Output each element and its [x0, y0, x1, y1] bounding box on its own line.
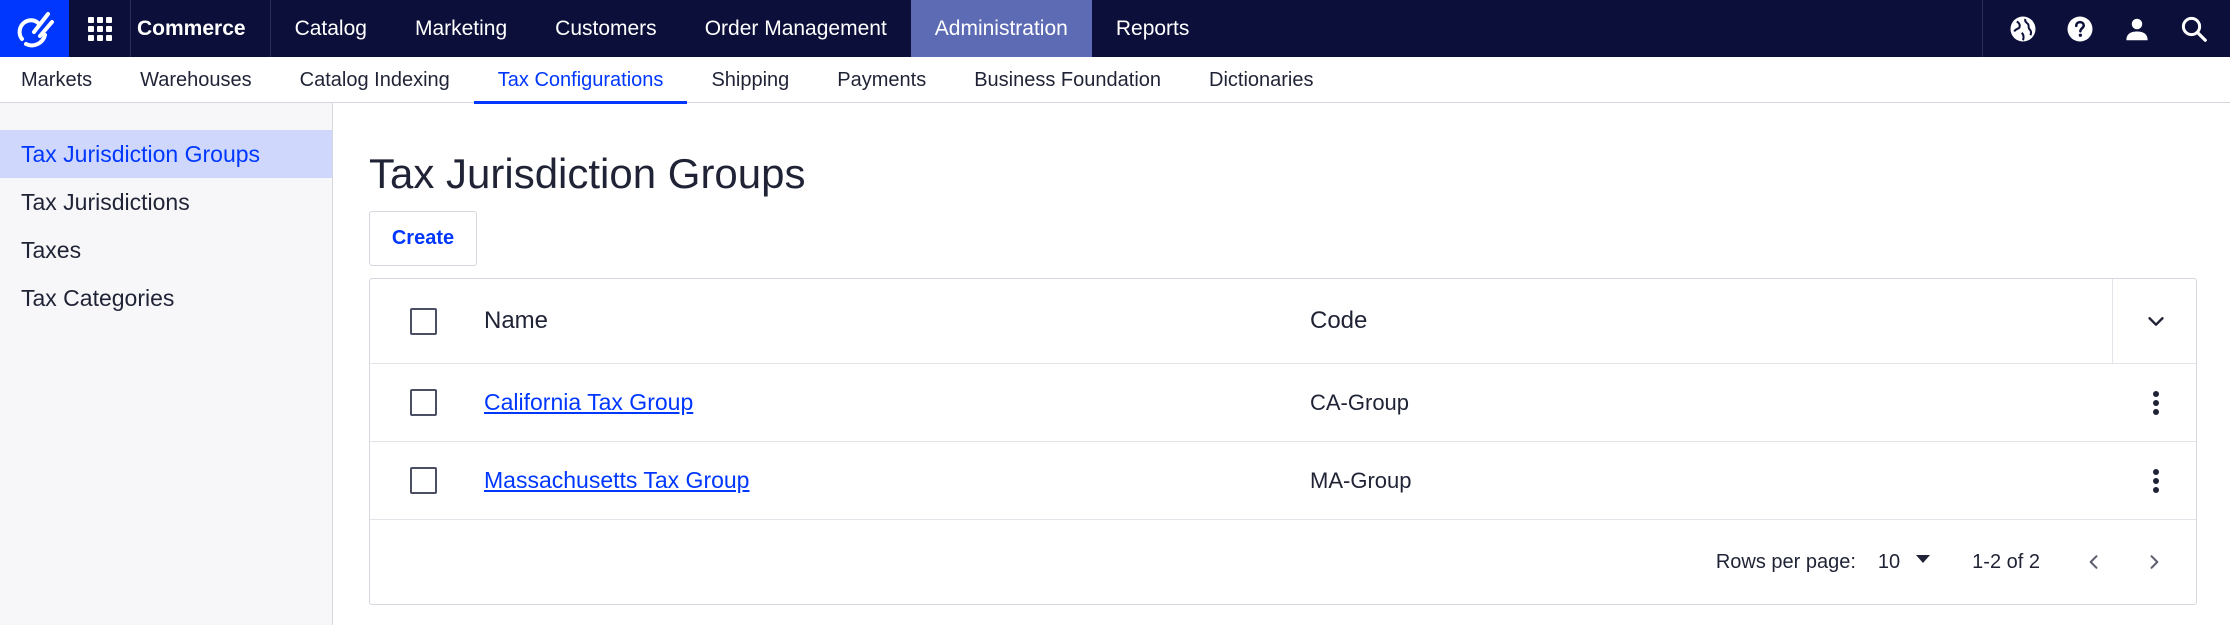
tab-shipping[interactable]: Shipping [687, 57, 813, 103]
column-chooser-button[interactable] [2140, 305, 2172, 337]
tab-dictionaries[interactable]: Dictionaries [1185, 57, 1337, 103]
tab-tax-configurations[interactable]: Tax Configurations [473, 57, 688, 104]
chevron-down-icon [2148, 317, 2164, 326]
create-button[interactable]: Create [369, 211, 477, 266]
row-checkbox[interactable] [410, 467, 437, 494]
row-name-link[interactable]: Massachusetts Tax Group [484, 467, 749, 494]
data-table: Name Code California Tax Group CA-Group … [369, 278, 2197, 605]
help-icon[interactable] [2064, 13, 2096, 45]
table-row: Massachusetts Tax Group MA-Group [370, 442, 2196, 520]
user-icon[interactable] [2121, 13, 2153, 45]
nav-administration[interactable]: Administration [910, 0, 1092, 57]
next-page-button[interactable] [2138, 546, 2170, 578]
column-header-name[interactable]: Name [484, 307, 548, 335]
dropdown-caret-icon [1916, 555, 1931, 563]
sub-navigation-tabs: Markets Warehouses Catalog Indexing Tax … [0, 57, 2230, 104]
tab-catalog-indexing[interactable]: Catalog Indexing [276, 57, 474, 103]
tab-payments[interactable]: Payments [813, 57, 950, 103]
row-actions-button[interactable] [2140, 387, 2172, 419]
select-all-checkbox[interactable] [410, 307, 437, 335]
column-header-code[interactable]: Code [1310, 307, 1367, 335]
previous-page-button[interactable] [2078, 546, 2110, 578]
tab-business-foundation[interactable]: Business Foundation [950, 57, 1185, 103]
logo-mark-icon [17, 11, 54, 47]
sidebar-item-tax-jurisdiction-groups[interactable]: Tax Jurisdiction Groups [0, 130, 332, 178]
tab-warehouses[interactable]: Warehouses [116, 57, 276, 103]
nav-reports[interactable]: Reports [1092, 0, 1214, 57]
row-checkbox[interactable] [410, 389, 437, 416]
tab-markets[interactable]: Markets [0, 57, 116, 103]
left-sidebar: Tax Jurisdiction Groups Tax Jurisdiction… [0, 103, 333, 625]
product-name[interactable]: Commerce [131, 0, 271, 57]
pagination: Rows per page: 10 1-2 of 2 [370, 520, 2196, 604]
row-code: MA-Group [1310, 467, 1412, 493]
nav-customers[interactable]: Customers [531, 0, 681, 57]
optimizely-logo[interactable] [0, 0, 69, 57]
column-divider [2112, 279, 2113, 364]
page-range: 1-2 of 2 [1972, 550, 2040, 573]
row-name-link[interactable]: California Tax Group [484, 389, 693, 416]
table-row: California Tax Group CA-Group [370, 364, 2196, 442]
main-nav: Catalog Marketing Customers Order Manage… [271, 0, 1214, 57]
page-title: Tax Jurisdiction Groups [369, 150, 806, 197]
nav-order-management[interactable]: Order Management [681, 0, 911, 57]
nav-catalog[interactable]: Catalog [271, 0, 391, 57]
sidebar-item-tax-categories[interactable]: Tax Categories [0, 274, 332, 322]
rows-per-page-label: Rows per page: [1715, 550, 1856, 573]
search-icon[interactable] [2178, 13, 2210, 45]
rows-per-page-value: 10 [1877, 550, 1901, 573]
more-vertical-icon [2153, 390, 2159, 415]
chevron-left-icon [2089, 555, 2098, 569]
row-code: CA-Group [1310, 389, 1410, 415]
sidebar-item-tax-jurisdictions[interactable]: Tax Jurisdictions [0, 178, 332, 226]
rows-per-page-select[interactable]: 10 [1877, 550, 1931, 574]
more-vertical-icon [2153, 468, 2159, 493]
app-switcher-button[interactable] [69, 0, 131, 57]
chevron-right-icon [2150, 555, 2159, 569]
table-header-row: Name Code [370, 279, 2196, 364]
apps-grid-icon [87, 16, 112, 41]
sidebar-item-taxes[interactable]: Taxes [0, 226, 332, 274]
row-actions-button[interactable] [2140, 465, 2172, 497]
top-navigation-bar: Commerce Catalog Marketing Customers Ord… [0, 0, 2230, 57]
top-utility-icons [1982, 0, 2230, 57]
globe-icon[interactable] [2007, 13, 2039, 45]
nav-marketing[interactable]: Marketing [391, 0, 531, 57]
